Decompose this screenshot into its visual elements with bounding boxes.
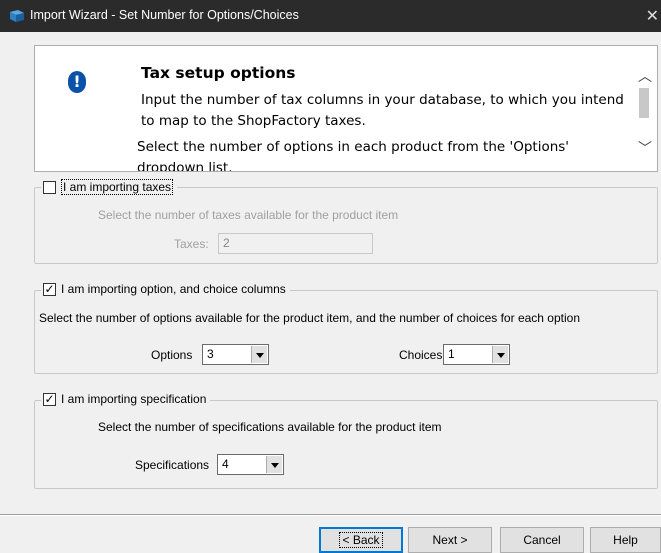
scroll-down-icon[interactable]: ﹀ <box>638 138 652 158</box>
help-button-label: Help <box>613 533 638 547</box>
app-icon <box>10 10 24 22</box>
chevron-down-icon[interactable] <box>251 346 267 363</box>
options-group: ✓ I am importing option, and choice colu… <box>34 282 658 374</box>
spec-group: ✓ I am importing specification Select th… <box>34 392 658 489</box>
options-select-value: 3 <box>207 347 214 361</box>
title-bar: Import Wizard - Set Number for Options/C… <box>0 0 661 32</box>
options-description: Select the number of options available f… <box>39 311 580 325</box>
taxes-group-legend[interactable]: I am importing taxes <box>41 179 178 195</box>
taxes-input: 2 <box>218 233 373 254</box>
window-title: Import Wizard - Set Number for Options/C… <box>30 8 299 22</box>
options-checkbox[interactable]: ✓ <box>43 282 56 296</box>
choices-label: Choices <box>399 348 443 362</box>
info-icon: ! <box>68 71 86 93</box>
options-group-legend[interactable]: ✓ I am importing option, and choice colu… <box>41 282 290 296</box>
info-heading: Tax setup options <box>141 64 296 82</box>
spec-select-value: 4 <box>222 457 229 471</box>
options-label: Options <box>151 348 193 362</box>
cancel-button[interactable]: Cancel <box>500 527 584 553</box>
taxes-checkbox[interactable] <box>43 180 56 194</box>
back-button-label: < Back <box>339 532 383 548</box>
taxes-checkbox-label[interactable]: I am importing taxes <box>61 179 174 195</box>
taxes-input-value: 2 <box>223 236 230 250</box>
next-button-label: Next > <box>432 533 468 547</box>
taxes-group: I am importing taxes Select the number o… <box>34 179 658 264</box>
chevron-down-icon[interactable] <box>266 456 282 473</box>
spec-label: Specifications <box>135 458 210 472</box>
options-select[interactable]: 3 <box>202 344 269 365</box>
taxes-description: Select the number of taxes available for… <box>98 208 399 222</box>
spec-checkbox-label[interactable]: I am importing specification <box>61 392 206 406</box>
spec-select[interactable]: 4 <box>217 454 284 475</box>
cancel-button-label: Cancel <box>523 533 561 547</box>
taxes-field-label: Taxes: <box>174 237 209 251</box>
chevron-down-icon[interactable] <box>492 346 508 363</box>
choices-select[interactable]: 1 <box>443 344 510 365</box>
options-checkbox-label[interactable]: I am importing option, and choice column… <box>61 282 286 296</box>
close-icon[interactable]: ✕ <box>646 6 659 25</box>
help-button[interactable]: Help <box>590 527 661 553</box>
spec-checkbox[interactable]: ✓ <box>43 392 56 406</box>
separator <box>0 514 661 516</box>
info-panel: ! Tax setup options Input the number of … <box>34 45 658 172</box>
scroll-up-icon[interactable]: ︿ <box>638 66 652 86</box>
choices-select-value: 1 <box>448 347 455 361</box>
spec-group-legend[interactable]: ✓ I am importing specification <box>41 392 211 406</box>
next-button[interactable]: Next > <box>408 527 492 553</box>
spec-description: Select the number of specifications avai… <box>98 420 442 434</box>
info-text-2: Select the number of options in each pro… <box>137 139 570 172</box>
info-text-1: Input the number of tax columns in your … <box>141 92 624 129</box>
scrollbar-thumb[interactable] <box>639 88 649 118</box>
back-button[interactable]: < Back <box>319 527 403 553</box>
